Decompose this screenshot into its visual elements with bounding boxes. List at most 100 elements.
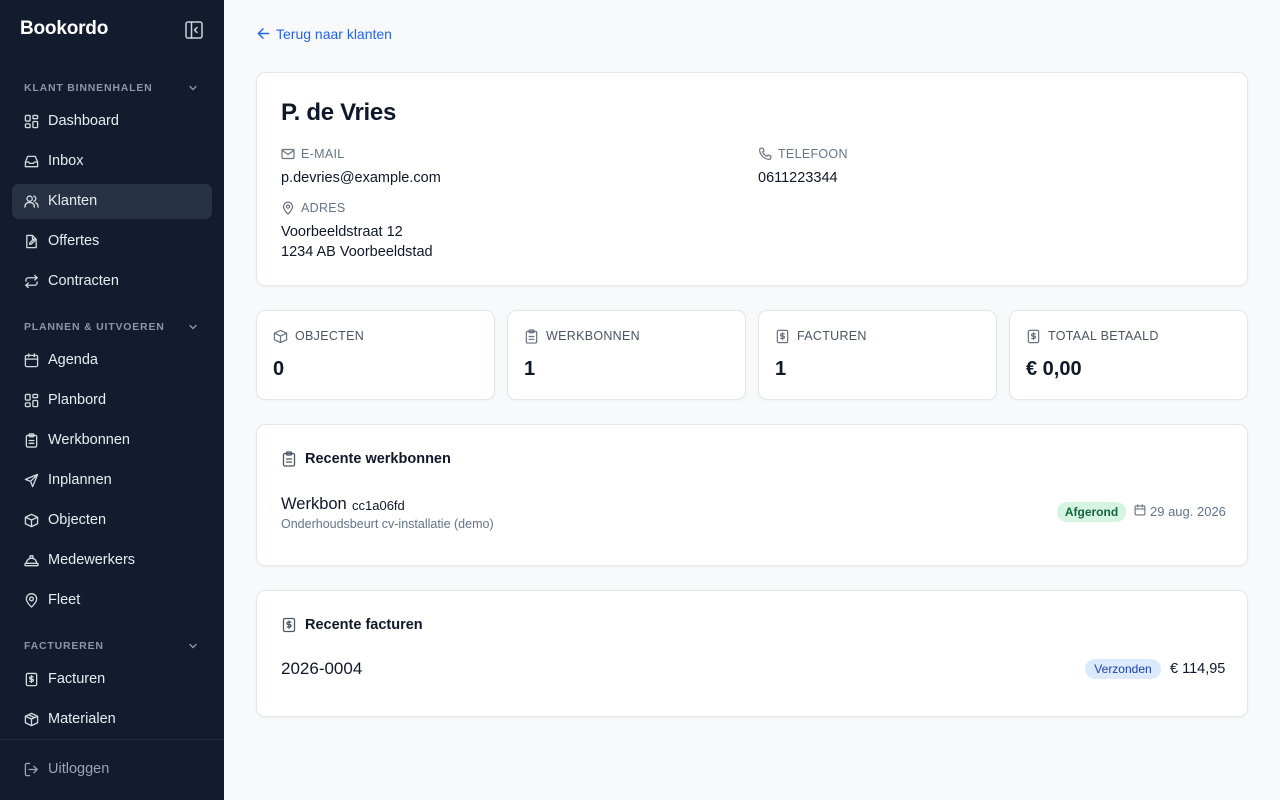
phone-label-text: TELEFOON bbox=[778, 147, 848, 161]
section-title-text: Recente facturen bbox=[305, 617, 423, 633]
workorder-date-text: 29 aug. 2026 bbox=[1150, 504, 1226, 519]
stat-label-text: TOTAAL BETAALD bbox=[1048, 329, 1159, 343]
calendar-icon bbox=[24, 353, 39, 368]
status-badge: Verzonden bbox=[1085, 659, 1161, 679]
box-icon bbox=[24, 513, 39, 528]
clipboard-icon bbox=[525, 329, 538, 344]
status-badge: Afgerond bbox=[1057, 502, 1126, 522]
sidebar-section-plannen-uitvoeren[interactable]: PLANNEN & UITVOEREN bbox=[24, 321, 200, 337]
sidebar-item-facturen[interactable]: Facturen bbox=[12, 662, 212, 697]
invoice-icon bbox=[776, 329, 789, 344]
stat-label-text: WERKBONNEN bbox=[546, 329, 640, 343]
inbox-icon bbox=[24, 155, 39, 168]
workorder-title[interactable]: Werkbon bbox=[281, 495, 347, 514]
back-link-label: Terug naar klanten bbox=[276, 26, 392, 42]
invoice-icon bbox=[282, 617, 296, 633]
address-line-1: Voorbeeldstraat 12 bbox=[281, 224, 403, 240]
clipboard-icon bbox=[282, 451, 296, 467]
chevron-down-icon bbox=[189, 85, 197, 91]
sidebar-item-contracten[interactable]: Contracten bbox=[12, 264, 212, 299]
address-line-2: 1234 AB Voorbeeldstad bbox=[281, 244, 433, 260]
sidebar-section-klant-binnenhalen[interactable]: KLANT BINNENHALEN bbox=[24, 82, 200, 98]
customer-name: P. de Vries bbox=[281, 99, 397, 126]
sidebar-item-fleet[interactable]: Fleet bbox=[12, 583, 212, 618]
map-pin-icon bbox=[282, 201, 294, 215]
mail-icon bbox=[281, 148, 295, 160]
phone-value[interactable]: 0611223344 bbox=[758, 170, 838, 186]
app-logo[interactable]: Bookordo bbox=[20, 18, 108, 40]
invoice-amount: € 114,95 bbox=[1170, 661, 1226, 677]
invoice-icon bbox=[1027, 329, 1040, 344]
sidebar-item-label: Objecten bbox=[48, 512, 107, 528]
email-value[interactable]: p.devries@example.com bbox=[281, 170, 441, 186]
chevron-down-icon bbox=[189, 643, 197, 649]
stat-value: € 0,00 bbox=[1026, 358, 1082, 380]
sidebar-item-label: Inbox bbox=[48, 153, 84, 169]
arrow-left-icon bbox=[257, 28, 270, 39]
sidebar-item-inplannen[interactable]: Inplannen bbox=[12, 463, 212, 498]
sidebar-item-label: Planbord bbox=[48, 392, 107, 408]
sidebar-item-label: Werkbonnen bbox=[48, 432, 130, 448]
sidebar-section-factureren[interactable]: FACTUREREN bbox=[24, 640, 200, 656]
sidebar-item-label: Contracten bbox=[48, 273, 119, 289]
customer-info-card: P. de Vries E-MAIL p.devries@example.com… bbox=[256, 72, 1248, 286]
sidebar-item-label: Fleet bbox=[48, 592, 81, 608]
stat-label-text: FACTUREN bbox=[797, 329, 867, 343]
phone-icon bbox=[759, 147, 772, 160]
clipboard-icon bbox=[25, 433, 38, 448]
email-label-text: E-MAIL bbox=[301, 147, 345, 161]
stat-value: 0 bbox=[273, 358, 285, 380]
stat-label-text: OBJECTEN bbox=[295, 329, 365, 343]
sidebar-divider bbox=[0, 739, 224, 740]
sidebar-item-label: Medewerkers bbox=[48, 552, 136, 568]
sidebar-section-title: KLANT BINNENHALEN bbox=[24, 82, 153, 94]
invoice-icon bbox=[25, 672, 38, 687]
sidebar-section-title: PLANNEN & UITVOEREN bbox=[24, 321, 165, 333]
package-icon bbox=[24, 712, 39, 727]
send-icon bbox=[24, 473, 39, 488]
stat-card-totaal-betaald: TOTAAL BETAALD € 0,00 bbox=[1009, 310, 1248, 400]
map-pin-icon bbox=[25, 593, 38, 608]
workorder-description: Onderhoudsbeurt cv-installatie (demo) bbox=[281, 517, 494, 531]
sidebar-item-klanten[interactable]: Klanten bbox=[12, 184, 212, 219]
sidebar-item-objecten[interactable]: Objecten bbox=[12, 503, 212, 538]
sidebar-item-agenda[interactable]: Agenda bbox=[12, 343, 212, 378]
sidebar-item-label: Inplannen bbox=[48, 472, 112, 488]
stat-card-objecten: OBJECTEN 0 bbox=[256, 310, 495, 400]
sidebar-item-label: Klanten bbox=[48, 193, 98, 209]
logout-label: Uitloggen bbox=[48, 761, 110, 777]
sidebar-item-werkbonnen[interactable]: Werkbonnen bbox=[12, 423, 212, 458]
chevron-down-icon bbox=[189, 324, 197, 330]
sidebar-item-medewerkers[interactable]: Medewerkers bbox=[12, 543, 212, 578]
sidebar-item-label: Facturen bbox=[48, 671, 106, 687]
sidebar-collapse-button[interactable] bbox=[184, 20, 204, 40]
sidebar-section-title: FACTUREREN bbox=[24, 640, 104, 652]
sidebar-item-offertes[interactable]: Offertes bbox=[12, 224, 212, 259]
stat-value: 1 bbox=[524, 358, 536, 380]
box-icon bbox=[273, 329, 288, 344]
grid-icon bbox=[24, 393, 39, 408]
users-icon bbox=[24, 195, 39, 208]
sidebar-item-label: Offertes bbox=[48, 233, 100, 249]
invoice-number[interactable]: 2026-0004 bbox=[281, 659, 362, 679]
sidebar-item-label: Agenda bbox=[48, 352, 98, 368]
panel-left-icon bbox=[185, 21, 203, 39]
recent-invoices-card: Recente facturen 2026-0004 Verzonden € 1… bbox=[256, 590, 1248, 717]
sidebar-header: Bookordo bbox=[0, 0, 224, 60]
sidebar-item-materialen[interactable]: Materialen bbox=[12, 702, 212, 737]
address-label-text: ADRES bbox=[301, 201, 346, 215]
sidebar: Bookordo KLANT BINNENHALEN Dashboard Inb… bbox=[0, 0, 224, 800]
workorder-code: cc1a06fd bbox=[352, 498, 405, 513]
grid-icon bbox=[24, 114, 39, 129]
recent-workorders-card: Recente werkbonnen Werkbon cc1a06fd Onde… bbox=[256, 424, 1248, 566]
section-title-text: Recente werkbonnen bbox=[305, 451, 451, 467]
sidebar-item-planbord[interactable]: Planbord bbox=[12, 383, 212, 418]
logout-button[interactable]: Uitloggen bbox=[12, 752, 212, 787]
repeat-icon bbox=[25, 274, 38, 289]
sidebar-item-dashboard[interactable]: Dashboard bbox=[12, 104, 212, 139]
calendar-icon bbox=[1134, 504, 1146, 516]
sidebar-item-inbox[interactable]: Inbox bbox=[12, 144, 212, 179]
stat-card-facturen: FACTUREN 1 bbox=[758, 310, 997, 400]
sidebar-item-label: Materialen bbox=[48, 711, 116, 727]
hard-hat-icon bbox=[24, 555, 39, 567]
